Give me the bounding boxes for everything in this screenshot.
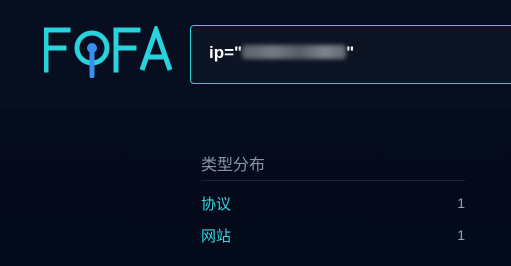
divider	[201, 180, 465, 181]
list-item-label[interactable]: 协议	[201, 193, 231, 214]
list-item-label[interactable]: 网站	[201, 225, 231, 246]
list-item-count: 1	[457, 195, 465, 211]
page: ip=" " 类型分布 协议 1 网站 1	[0, 0, 511, 266]
search-query[interactable]: ip=" "	[209, 43, 354, 63]
fofa-logo[interactable]	[44, 26, 176, 78]
list-item-website[interactable]: 网站 1	[201, 219, 465, 251]
search-query-suffix: "	[346, 43, 355, 62]
list-item-count: 1	[457, 227, 465, 243]
list-item-protocol[interactable]: 协议 1	[201, 187, 465, 219]
type-distribution-panel: 类型分布 协议 1 网站 1	[201, 150, 465, 251]
search-query-prefix: ip="	[209, 43, 243, 62]
header: ip=" "	[0, 0, 511, 110]
search-input[interactable]: ip=" "	[190, 25, 511, 84]
redacted-ip	[242, 45, 347, 59]
type-distribution-title: 类型分布	[201, 155, 266, 174]
